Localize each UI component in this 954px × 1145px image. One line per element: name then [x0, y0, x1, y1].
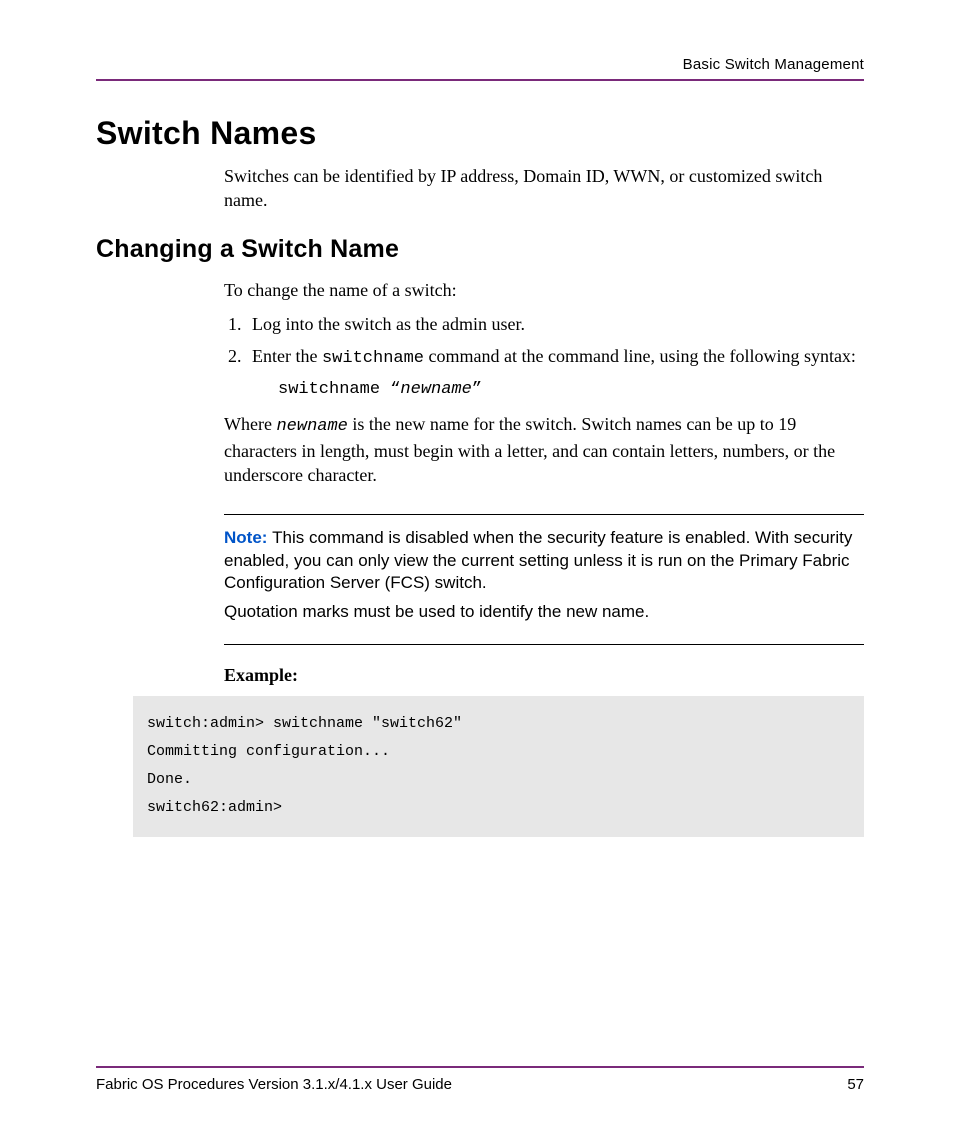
syntax-quote-close: ” — [472, 380, 482, 399]
running-header: Basic Switch Management — [96, 56, 864, 73]
note-line2: Quotation marks must be used to identify… — [224, 601, 864, 624]
note-label: Note: — [224, 528, 272, 547]
code-example: switch:admin> switchname "switch62" Comm… — [133, 696, 864, 837]
syntax-cmd: switchname — [278, 380, 390, 399]
step-2-post: command at the command line, using the f… — [424, 346, 856, 366]
header-rule — [96, 79, 864, 81]
lead-paragraph: To change the name of a switch: — [224, 278, 864, 302]
note-line1: This command is disabled when the securi… — [224, 528, 852, 593]
where-pre: Where — [224, 414, 276, 434]
step-1: Log into the switch as the admin user. — [246, 312, 864, 336]
syntax-arg: newname — [400, 380, 471, 399]
page-footer: Fabric OS Procedures Version 3.1.x/4.1.x… — [96, 1066, 864, 1093]
steps-list: Log into the switch as the admin user. E… — [224, 312, 864, 402]
note-block: Note: This command is disabled when the … — [224, 514, 864, 646]
example-label: Example: — [224, 665, 864, 686]
syntax-quote-open: “ — [390, 380, 400, 399]
where-arg: newname — [276, 417, 347, 436]
intro-paragraph: Switches can be identified by IP address… — [224, 164, 864, 213]
syntax-line: switchname “newname” — [278, 377, 864, 402]
where-paragraph: Where newname is the new name for the sw… — [224, 412, 864, 488]
step-2-cmd: switchname — [322, 349, 424, 368]
step-2: Enter the switchname command at the comm… — [246, 344, 864, 402]
heading-switch-names: Switch Names — [96, 115, 864, 152]
footer-left: Fabric OS Procedures Version 3.1.x/4.1.x… — [96, 1076, 452, 1093]
footer-page-number: 57 — [847, 1076, 864, 1093]
step-2-pre: Enter the — [252, 346, 322, 366]
heading-changing-name: Changing a Switch Name — [96, 235, 864, 264]
